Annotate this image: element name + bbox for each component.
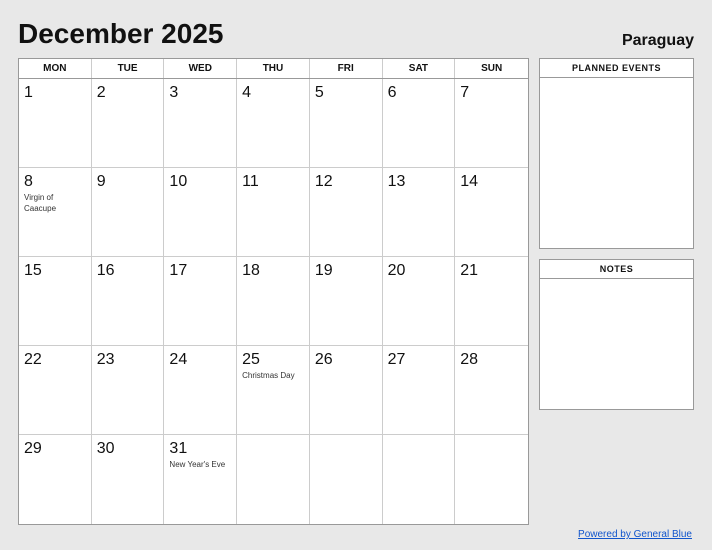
- day-cell: 21: [455, 257, 528, 346]
- notes-title: NOTES: [540, 260, 693, 279]
- day-number: 5: [315, 83, 377, 102]
- day-number: 22: [24, 350, 86, 369]
- day-cell: 2: [92, 79, 165, 168]
- day-cell: 24: [164, 346, 237, 435]
- header: December 2025 Paraguay: [18, 18, 694, 50]
- day-cell: 18: [237, 257, 310, 346]
- day-number: 6: [388, 83, 450, 102]
- event-label: Christmas Day: [242, 371, 304, 381]
- day-cell: 27: [383, 346, 456, 435]
- day-cell: 14: [455, 168, 528, 257]
- day-cell: 19: [310, 257, 383, 346]
- event-label: Virgin of Caacupe: [24, 193, 86, 214]
- day-header-thu: THU: [237, 59, 310, 78]
- day-number: 26: [315, 350, 377, 369]
- day-cell: 3: [164, 79, 237, 168]
- day-number: 23: [97, 350, 159, 369]
- day-number: 12: [315, 172, 377, 191]
- day-number: 27: [388, 350, 450, 369]
- planned-events-content: [540, 78, 693, 248]
- footer: Powered by General Blue: [18, 529, 694, 540]
- day-cell: [455, 435, 528, 524]
- day-cell: 22: [19, 346, 92, 435]
- day-number: 30: [97, 439, 159, 458]
- day-number: 10: [169, 172, 231, 191]
- calendar-page: December 2025 Paraguay MON TUE WED THU F…: [0, 0, 712, 550]
- day-number: 13: [388, 172, 450, 191]
- day-cell: 26: [310, 346, 383, 435]
- day-header-sat: SAT: [383, 59, 456, 78]
- day-cell: 11: [237, 168, 310, 257]
- day-cell: 5: [310, 79, 383, 168]
- day-number: 7: [460, 83, 523, 102]
- day-header-sun: SUN: [455, 59, 528, 78]
- sidebar: PLANNED EVENTS NOTES: [539, 58, 694, 525]
- day-cell: 23: [92, 346, 165, 435]
- notes-content: [540, 279, 693, 409]
- day-cell: [310, 435, 383, 524]
- day-number: 4: [242, 83, 304, 102]
- day-cell: 31 New Year's Eve: [164, 435, 237, 524]
- day-header-wed: WED: [164, 59, 237, 78]
- day-cell: 15: [19, 257, 92, 346]
- day-cell: 9: [92, 168, 165, 257]
- day-cell: [383, 435, 456, 524]
- day-number: 20: [388, 261, 450, 280]
- day-number: 31: [169, 439, 231, 458]
- day-cell: 12: [310, 168, 383, 257]
- day-number: 16: [97, 261, 159, 280]
- day-number: 28: [460, 350, 523, 369]
- day-cell: 4: [237, 79, 310, 168]
- day-number: 29: [24, 439, 86, 458]
- day-number: 18: [242, 261, 304, 280]
- footer-link[interactable]: Powered by General Blue: [578, 529, 692, 540]
- day-header-fri: FRI: [310, 59, 383, 78]
- day-headers: MON TUE WED THU FRI SAT SUN: [19, 59, 528, 79]
- day-cell: 6: [383, 79, 456, 168]
- day-cell: 10: [164, 168, 237, 257]
- month-title: December 2025: [18, 18, 223, 50]
- calendar: MON TUE WED THU FRI SAT SUN 12345678Virg…: [18, 58, 529, 525]
- day-number: 8: [24, 172, 86, 191]
- day-cell: 1: [19, 79, 92, 168]
- day-number: 24: [169, 350, 231, 369]
- day-cell: 20: [383, 257, 456, 346]
- day-cell: 13: [383, 168, 456, 257]
- day-number: 11: [242, 172, 304, 191]
- day-header-tue: TUE: [92, 59, 165, 78]
- day-number: 1: [24, 83, 86, 102]
- day-number: 25: [242, 350, 304, 369]
- day-cell: 7: [455, 79, 528, 168]
- day-cell: 28: [455, 346, 528, 435]
- day-number: 2: [97, 83, 159, 102]
- planned-events-title: PLANNED EVENTS: [540, 59, 693, 78]
- day-cell: 8 Virgin of Caacupe: [19, 168, 92, 257]
- day-cell: 17: [164, 257, 237, 346]
- day-cell: 25 Christmas Day: [237, 346, 310, 435]
- day-number: 19: [315, 261, 377, 280]
- day-number: 3: [169, 83, 231, 102]
- day-cell: 16: [92, 257, 165, 346]
- day-header-mon: MON: [19, 59, 92, 78]
- day-number: 21: [460, 261, 523, 280]
- day-number: 17: [169, 261, 231, 280]
- country-name: Paraguay: [622, 32, 694, 50]
- day-number: 9: [97, 172, 159, 191]
- day-cell: [237, 435, 310, 524]
- day-number: 15: [24, 261, 86, 280]
- calendar-grid: 12345678Virgin of Caacupe910111213141516…: [19, 79, 528, 524]
- notes-box: NOTES: [539, 259, 694, 410]
- day-number: 14: [460, 172, 523, 191]
- planned-events-box: PLANNED EVENTS: [539, 58, 694, 249]
- event-label: New Year's Eve: [169, 460, 231, 470]
- day-cell: 30: [92, 435, 165, 524]
- day-cell: 29: [19, 435, 92, 524]
- main-area: MON TUE WED THU FRI SAT SUN 12345678Virg…: [18, 58, 694, 525]
